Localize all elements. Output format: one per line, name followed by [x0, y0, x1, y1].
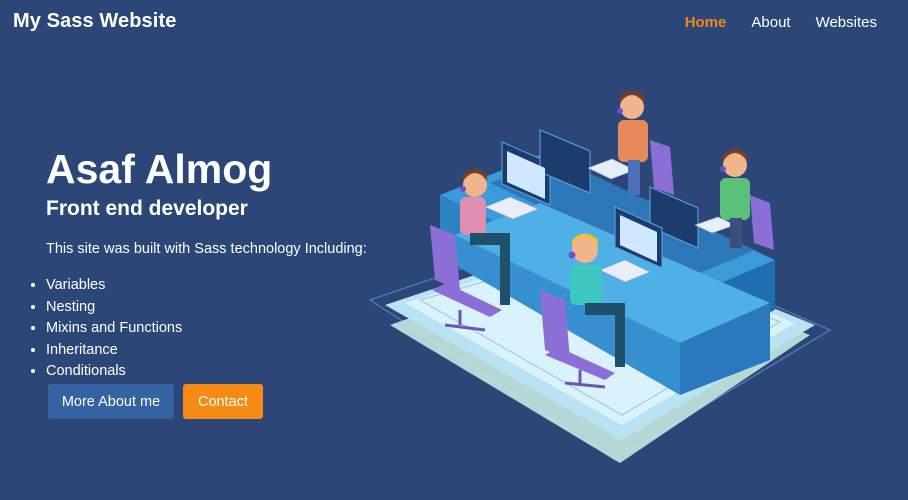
hero-intro: This site was built with Sass technology…	[46, 241, 367, 257]
feature-item: Mixins and Functions	[46, 318, 182, 340]
nav-item-about: About	[751, 14, 790, 32]
nav-item-websites: Websites	[816, 14, 877, 32]
hero-subtitle: Front end developer	[46, 197, 248, 220]
nav-item-home: Home	[685, 14, 727, 32]
nav-link-about[interactable]: About	[751, 14, 790, 31]
contact-button[interactable]: Contact	[183, 384, 263, 419]
navbar: My Sass Website Home About Websites	[0, 0, 908, 46]
office-workers-illustration-icon	[368, 91, 832, 463]
feature-item: Variables	[46, 275, 182, 297]
page: My Sass Website Home About Websites Asaf…	[0, 0, 908, 500]
feature-list: Variables Nesting Mixins and Functions I…	[28, 275, 182, 383]
feature-item: Conditionals	[46, 361, 182, 383]
nav-link-home[interactable]: Home	[685, 14, 727, 31]
more-about-me-button[interactable]: More About me	[48, 384, 174, 419]
site-brand[interactable]: My Sass Website	[13, 10, 176, 33]
nav-links: Home About Websites	[660, 14, 877, 32]
nav-link-websites[interactable]: Websites	[816, 14, 877, 31]
feature-item: Inheritance	[46, 340, 182, 362]
hero-title: Asaf Almog	[46, 146, 273, 192]
feature-item: Nesting	[46, 297, 182, 319]
